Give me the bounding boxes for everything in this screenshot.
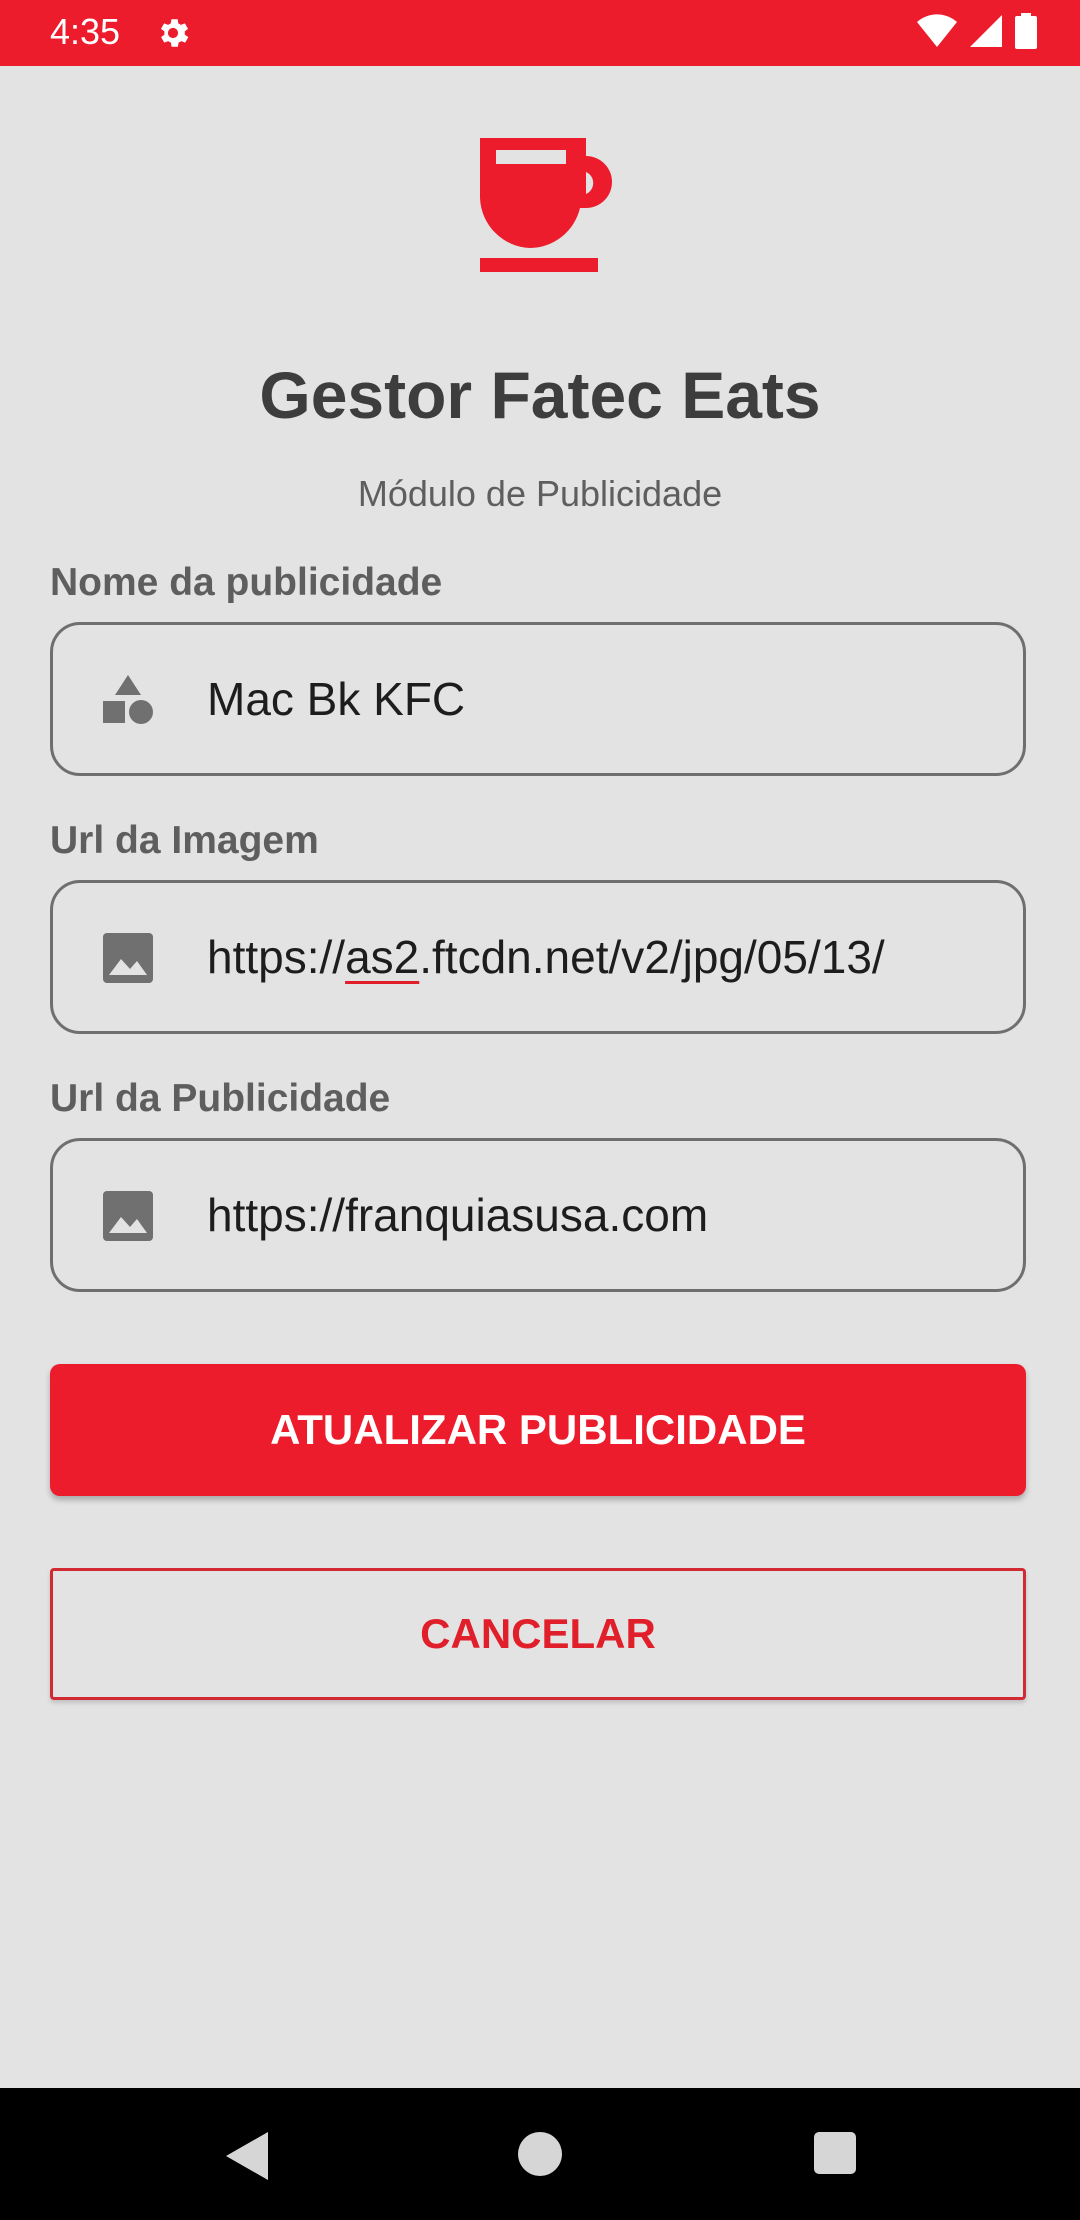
ad-url-value: https://franquiasusa.com xyxy=(207,1189,709,1241)
image-url-suffix: .ftcdn.net/v2/jpg/05/13/ xyxy=(419,931,885,983)
image-url-label: Url da Imagem xyxy=(50,819,319,862)
cancel-button[interactable]: CANCELAR xyxy=(50,1568,1026,1700)
battery-icon xyxy=(1015,13,1037,49)
signal-icon xyxy=(970,15,1002,47)
status-bar: 4:35 xyxy=(0,0,1080,66)
wifi-icon xyxy=(917,14,957,47)
app-title: Gestor Fatec Eats xyxy=(259,358,821,432)
back-icon[interactable] xyxy=(222,2130,270,2182)
ad-name-label: Nome da publicidade xyxy=(50,561,443,604)
image-url-misspelled-segment: as2 xyxy=(345,931,420,983)
image-url-prefix: https:// xyxy=(207,931,346,983)
image-url-field[interactable]: https://as2.ftcdn.net/v2/jpg/05/13/ xyxy=(50,880,1026,1034)
ad-name-field[interactable]: Mac Bk KFC xyxy=(50,622,1026,776)
shapes-icon xyxy=(103,675,153,724)
image-url-value: https://as2.ftcdn.net/v2/jpg/05/13/ xyxy=(207,927,987,987)
navigation-bar xyxy=(0,2088,1080,2220)
status-time: 4:35 xyxy=(50,11,121,52)
coffee-cup-logo-icon xyxy=(480,138,612,272)
recent-apps-icon[interactable] xyxy=(814,2132,856,2174)
ad-name-value: Mac Bk KFC xyxy=(207,673,466,725)
settings-gear-icon xyxy=(160,19,189,47)
image-icon xyxy=(103,933,153,983)
image-icon xyxy=(103,1191,153,1241)
ad-url-field[interactable]: https://franquiasusa.com xyxy=(50,1138,1026,1292)
status-icons xyxy=(916,13,1038,49)
home-icon[interactable] xyxy=(518,2132,562,2176)
ad-url-label: Url da Publicidade xyxy=(50,1077,391,1120)
module-subtitle: Módulo de Publicidade xyxy=(357,473,723,514)
update-ad-button[interactable]: ATUALIZAR PUBLICIDADE xyxy=(50,1364,1026,1496)
